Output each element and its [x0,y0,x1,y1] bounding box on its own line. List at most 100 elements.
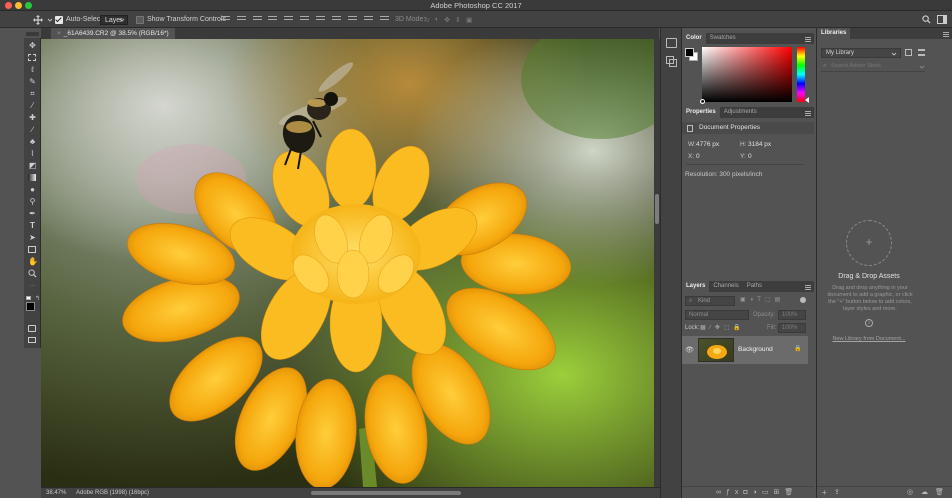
color-foreground-swatch[interactable] [685,48,694,57]
tab-channels[interactable]: Channels [709,281,742,292]
list-view-button[interactable] [918,49,925,56]
sync-status-icon[interactable]: ☁ [921,488,928,496]
align-left-edges-button[interactable] [268,16,277,23]
filter-type-icon[interactable]: T [757,297,765,303]
screen-mode-button[interactable] [28,336,37,345]
marquee-tool[interactable] [28,53,37,62]
eraser-tool[interactable]: ◩ [28,161,37,170]
3d-scale-icon[interactable]: ▣ [466,16,478,24]
swap-colors-icon[interactable]: ↰ [35,295,40,302]
tab-swatches[interactable]: Swatches [706,33,740,44]
document-tab[interactable]: × _61A6439.CR2 @ 38.5% (RGB/16*) [51,28,175,39]
hand-tool[interactable]: ✋ [28,257,38,266]
panel-menu-icon[interactable] [805,285,811,290]
delete-icon[interactable]: 🗑 [935,488,944,496]
search-button[interactable] [922,14,931,25]
width-value[interactable]: 4776 px [696,141,719,148]
libraries-panel-icon[interactable] [666,56,677,67]
align-vertical-centers-button[interactable] [237,16,246,23]
document-canvas[interactable] [41,39,654,487]
lock-buttons[interactable]: ▦∕✥⬚🔒 [700,324,745,331]
adobe-stock-icon[interactable]: ◎ [907,488,913,496]
distribute-right-button[interactable] [380,16,389,23]
x-value[interactable]: 0 [696,153,700,160]
opacity-input[interactable]: 100% [778,310,806,320]
crop-tool[interactable]: ⌗ [28,89,37,98]
panel-menu-icon[interactable] [805,37,811,42]
adobe-stock-search-input[interactable]: ⌕ Search Adobe Stock [821,62,925,72]
status-menu-arrow-icon[interactable]: › [139,490,141,496]
new-group-icon[interactable]: ▭ [762,489,774,496]
history-panel-icon[interactable] [666,38,677,48]
filter-shape-icon[interactable]: ⬚ [765,297,775,303]
3d-slide-icon[interactable]: ⇕ [455,16,466,24]
type-tool[interactable]: T [28,221,37,230]
upload-icon[interactable]: ⇪ [834,488,840,496]
toolbox-collapse-bar[interactable] [26,32,39,36]
lock-position-icon[interactable]: ✥ [715,325,724,331]
layer-name[interactable]: Background [738,346,773,353]
align-bottom-edges-button[interactable] [253,16,262,23]
adjustment-layer-icon[interactable]: ◑ [753,489,762,496]
new-layer-icon[interactable]: ⊞ [774,489,785,496]
tab-layers[interactable]: Layers [682,281,710,292]
panel-menu-icon[interactable] [943,32,949,37]
drop-zone-circle[interactable]: + [846,220,892,266]
edit-toolbar-icon[interactable]: ··· [28,282,37,291]
tab-adjustments[interactable]: Adjustments [720,107,761,118]
workspace-button[interactable] [937,14,947,25]
layer-filter-buttons[interactable]: ▣◑T⬚▤ [740,296,784,303]
layer-actions[interactable]: ∞ƒx◘◑▭⊞🗑 [716,488,798,496]
3d-orbit-icon[interactable]: ↻ [424,16,435,24]
lock-all-icon[interactable]: 🔒 [733,325,744,331]
blend-mode-select[interactable]: Normal [685,310,749,320]
quick-mask-button[interactable] [28,324,37,333]
filter-toggle-switch[interactable] [800,297,806,303]
3d-roll-icon[interactable]: ◐ [435,16,444,23]
auto-select-target-select[interactable]: Layer [100,14,128,25]
align-right-edges-button[interactable] [300,16,309,23]
filter-pixel-icon[interactable]: ▣ [740,297,750,303]
y-value[interactable]: 0 [748,153,752,160]
history-brush-tool[interactable]: ⌇ [28,149,37,158]
layer-filter-kind-select[interactable]: ⌕ Kind [685,296,735,306]
filter-smart-object-icon[interactable]: ▤ [775,297,785,303]
blur-tool[interactable]: ● [28,185,37,194]
add-content-icon[interactable]: + [822,488,827,497]
delete-layer-icon[interactable]: 🗑 [784,489,798,496]
grid-view-button[interactable] [905,49,912,56]
distribute-top-button[interactable] [316,16,325,23]
zoom-level[interactable]: 38.47% [46,490,66,496]
distribute-bottom-button[interactable] [348,16,357,23]
tab-paths[interactable]: Paths [743,281,766,292]
3d-mode-buttons[interactable]: ↻ ◐ ✥ ⇕ ▣ [424,14,477,25]
distribute-center-button[interactable] [332,16,341,23]
path-selection-tool[interactable]: ➤ [28,233,37,242]
lasso-tool[interactable]: ℓ [28,65,37,74]
layer-mask-icon[interactable]: ◘ [743,489,752,496]
brush-tool[interactable]: ∕ [28,125,37,134]
eyedropper-tool[interactable]: ⁄ [28,101,37,110]
distribute-left-button[interactable] [364,16,373,23]
height-value[interactable]: 3184 px [748,141,771,148]
hue-slider-handle[interactable] [805,97,809,103]
gradient-tool[interactable] [28,173,37,182]
hue-slider[interactable] [797,47,805,102]
layer-style-icon[interactable]: ƒx [726,489,743,496]
horizontal-scroll-thumb[interactable] [311,491,461,495]
color-picker-marker[interactable] [700,99,705,104]
link-layers-icon[interactable]: ∞ [716,489,726,496]
lock-transparent-icon[interactable]: ▦ [700,325,710,331]
tab-color[interactable]: Color [682,33,706,44]
panel-menu-icon[interactable] [805,111,811,116]
close-document-icon[interactable]: × [57,30,61,37]
align-top-edges-button[interactable] [221,16,230,23]
info-icon[interactable]: i [865,319,873,327]
tab-libraries[interactable]: Libraries [817,28,851,39]
move-tool[interactable]: ✥ [28,41,37,50]
foreground-color-swatch[interactable] [26,302,35,311]
vertical-scroll-thumb[interactable] [655,194,659,224]
auto-select-checkbox[interactable]: Auto-Select: [55,14,104,25]
default-colors-icon[interactable] [26,296,31,300]
lock-artboard-icon[interactable]: ⬚ [724,325,734,331]
